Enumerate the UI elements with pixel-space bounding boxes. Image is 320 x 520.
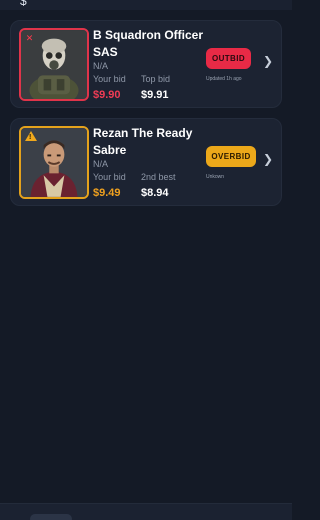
your-bid-value: $9.90	[93, 89, 121, 101]
top-bid-label: Top bid	[141, 74, 171, 84]
second-best-label: 2nd best	[141, 172, 176, 182]
your-bid-label: Your bid	[93, 172, 126, 182]
header-partial-glyph: $	[20, 0, 27, 8]
your-bid-label: Your bid	[93, 74, 126, 84]
top-strip: $	[0, 0, 292, 10]
item-condition: N/A	[93, 61, 109, 71]
item-name: Rezan The Ready Sabre	[93, 126, 193, 157]
status-badge: OUTBID	[206, 48, 251, 69]
updated-note: Unkown	[206, 174, 225, 180]
top-bid-value: $9.91	[141, 89, 169, 101]
chevron-right-icon[interactable]: ❯	[263, 152, 273, 166]
x-icon: ✕	[25, 33, 34, 43]
status-badge: OVERBID	[206, 146, 256, 167]
bid-card-1[interactable]: ✕ B Squadron Officer SAS N/A Your bid To…	[10, 20, 282, 108]
warning-icon: !	[25, 131, 37, 141]
bottom-nav-bar	[0, 503, 292, 520]
item-image: ✕	[19, 28, 89, 101]
updated-note: Updated 1h ago	[206, 76, 242, 82]
your-bid-value: $9.49	[93, 187, 121, 199]
second-best-value: $8.94	[141, 187, 169, 199]
bid-list: ✕ B Squadron Officer SAS N/A Your bid To…	[10, 20, 282, 216]
chevron-right-icon[interactable]: ❯	[263, 54, 273, 68]
item-condition: N/A	[93, 159, 109, 169]
item-name: B Squadron Officer SAS	[93, 28, 204, 59]
nav-pill[interactable]	[30, 514, 72, 520]
bid-card-2[interactable]: ! Rezan The Ready Sabre N/A Your bid 2nd…	[10, 118, 282, 206]
item-image: !	[19, 126, 89, 199]
